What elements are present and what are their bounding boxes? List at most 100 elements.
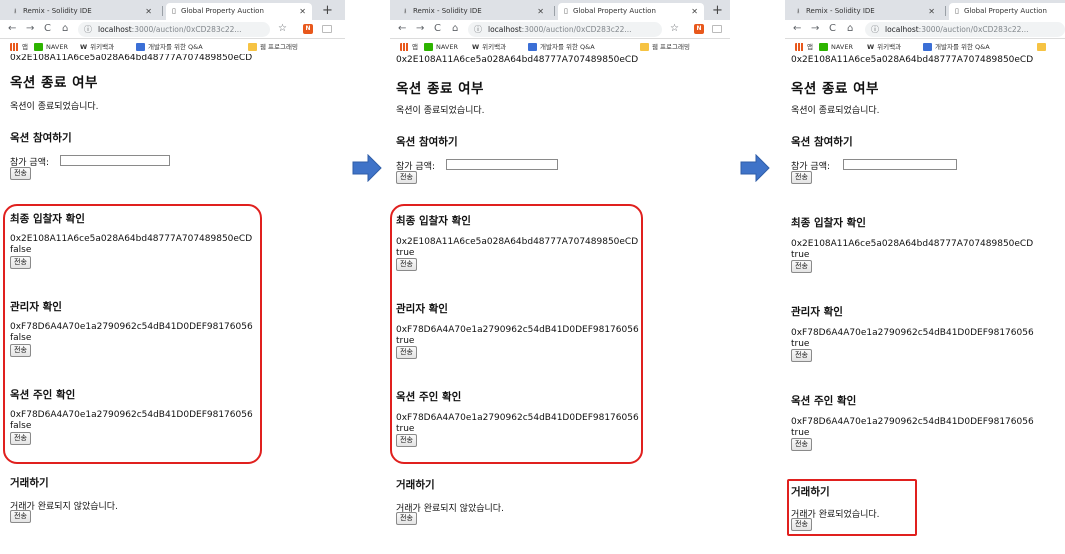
bookmark-dev-qa[interactable]: 개발자를 위한 Q&A bbox=[136, 40, 203, 54]
extension-icon[interactable]: N bbox=[694, 24, 704, 34]
bookmark-wikipedia[interactable]: W 위키백과 bbox=[80, 40, 114, 54]
new-tab-icon[interactable]: + bbox=[322, 2, 333, 19]
arrow-right-icon bbox=[740, 154, 770, 182]
page-icon: ▯ bbox=[955, 7, 959, 15]
bid-amount-input[interactable] bbox=[446, 159, 558, 170]
remix-icon: ⭳ bbox=[14, 7, 17, 15]
submit-bid-button[interactable]: 전송 bbox=[396, 171, 417, 184]
address-bar: ← → C ⌂ ⓘ localhost:3000/auction/0xCD283c… bbox=[0, 20, 345, 39]
final-bidder-result: true bbox=[791, 250, 810, 260]
trade-submit-button[interactable]: 전송 bbox=[396, 512, 417, 525]
home-icon[interactable]: ⌂ bbox=[452, 22, 458, 36]
bookmark-naver[interactable]: NAVER bbox=[424, 40, 458, 54]
wikipedia-icon: W bbox=[80, 43, 88, 51]
bookmark-apps[interactable]: 앱 bbox=[10, 40, 28, 54]
bookmark-web-programming[interactable]: 웹 프로그래밍 bbox=[248, 40, 298, 54]
address-bar: ← → C ⌂ ⓘ localhost:3000/auction/0xCD283c… bbox=[785, 20, 1065, 39]
forward-icon[interactable]: → bbox=[811, 22, 819, 36]
back-icon[interactable]: ← bbox=[793, 22, 801, 36]
close-icon[interactable]: ✕ bbox=[145, 3, 152, 20]
extension-icon[interactable] bbox=[712, 25, 722, 33]
wikipedia-icon: W bbox=[472, 43, 480, 51]
auction-end-title: 옥션 종료 여부 bbox=[396, 81, 484, 97]
wikipedia-icon: W bbox=[867, 43, 875, 51]
manager-result: true bbox=[791, 339, 810, 349]
back-icon[interactable]: ← bbox=[398, 22, 406, 36]
folder-icon bbox=[1037, 43, 1046, 51]
tab-global-property-auction[interactable]: ▯ Global Property Auction bbox=[949, 3, 1065, 20]
trade-submit-button[interactable]: 전송 bbox=[10, 510, 31, 523]
owner-address: 0xF78D6A4A70e1a2790962c54dB41D0DEF981760… bbox=[791, 417, 1034, 427]
folder-icon bbox=[640, 43, 649, 51]
bookmark-wikipedia[interactable]: W 위키백과 bbox=[472, 40, 506, 54]
bid-amount-input[interactable] bbox=[60, 155, 170, 166]
contract-address: 0x2E108A11A6ce5a028A64bd48777A707489850e… bbox=[791, 55, 1034, 65]
page-icon: ▯ bbox=[172, 7, 176, 15]
owner-submit-button[interactable]: 전송 bbox=[791, 438, 812, 451]
url-field[interactable]: ⓘ localhost:3000/auction/0xCD283c22... bbox=[468, 22, 662, 37]
bookmark-dev-qa[interactable]: 개발자를 위한 Q&A bbox=[923, 40, 990, 54]
close-icon[interactable]: ✕ bbox=[691, 3, 698, 20]
final-bidder-address: 0x2E108A11A6ce5a028A64bd48777A707489850e… bbox=[791, 239, 1034, 249]
dev-qa-icon bbox=[136, 43, 145, 51]
extension-icon[interactable] bbox=[322, 25, 332, 33]
info-icon: ⓘ bbox=[474, 25, 482, 34]
naver-icon bbox=[819, 43, 828, 51]
bookmark-wikipedia[interactable]: W 위키백과 bbox=[867, 40, 901, 54]
naver-icon bbox=[34, 43, 43, 51]
join-auction-title: 옥션 참여하기 bbox=[396, 136, 458, 148]
contract-address: 0x2E108A11A6ce5a028A64bd48777A707489850e… bbox=[10, 54, 253, 63]
tab-remix[interactable]: ⭳ Remix - Solidity IDE ✕ bbox=[8, 3, 158, 20]
bookmark-web-programming[interactable]: 웹 프로그래밍 bbox=[640, 40, 690, 54]
url-field[interactable]: ⓘ localhost:3000/auction/0xCD283c22... bbox=[78, 22, 270, 37]
auction-end-status: 옥션이 종료되었습니다. bbox=[396, 106, 485, 116]
bookmark-web-programming[interactable] bbox=[1037, 40, 1049, 54]
reload-icon[interactable]: C bbox=[44, 22, 51, 36]
reload-icon[interactable]: C bbox=[829, 22, 836, 36]
extension-icon[interactable]: N bbox=[303, 24, 313, 34]
bookmark-dev-qa[interactable]: 개발자를 위한 Q&A bbox=[528, 40, 595, 54]
arrow-right-icon bbox=[352, 154, 382, 182]
tab-remix[interactable]: ⭳ Remix - Solidity IDE ✕ bbox=[398, 3, 550, 20]
page-icon: ▯ bbox=[564, 7, 568, 15]
apps-icon bbox=[795, 43, 804, 51]
auction-end-status: 옥션이 종료되었습니다. bbox=[10, 102, 99, 112]
home-icon[interactable]: ⌂ bbox=[62, 22, 68, 36]
bookmarks-bar: 앱 NAVER W 위키백과 개발자를 위한 Q&A 웹 프로그래밍 bbox=[0, 40, 345, 54]
browser-window-1: ⭳ Remix - Solidity IDE ✕ ▯ Global Property… bbox=[0, 0, 345, 554]
apps-icon bbox=[400, 43, 409, 51]
forward-icon[interactable]: → bbox=[416, 22, 424, 36]
contract-address: 0x2E108A11A6ce5a028A64bd48777A707489850e… bbox=[396, 55, 639, 65]
url-field[interactable]: ⓘ localhost:3000/auction/0xCD283c22... bbox=[865, 22, 1065, 37]
browser-window-3: ⭳ Remix - Solidity IDE ✕ ▯ Global Property… bbox=[785, 0, 1065, 554]
star-icon[interactable]: ☆ bbox=[670, 22, 679, 36]
bid-amount-input[interactable] bbox=[843, 159, 957, 170]
owner-check-title: 옥션 주인 확인 bbox=[791, 395, 857, 407]
final-bidder-submit-button[interactable]: 전송 bbox=[791, 260, 812, 273]
star-icon[interactable]: ☆ bbox=[278, 22, 287, 36]
bookmark-naver[interactable]: NAVER bbox=[34, 40, 68, 54]
back-icon[interactable]: ← bbox=[8, 22, 16, 36]
forward-icon[interactable]: → bbox=[26, 22, 34, 36]
tab-global-property-auction[interactable]: ▯ Global Property Auction ✕ bbox=[166, 3, 312, 20]
highlight-box bbox=[390, 204, 643, 464]
manager-check-title: 관리자 확인 bbox=[791, 306, 843, 318]
reload-icon[interactable]: C bbox=[434, 22, 441, 36]
join-auction-title: 옥션 참여하기 bbox=[10, 132, 72, 144]
home-icon[interactable]: ⌂ bbox=[847, 22, 853, 36]
highlight-box bbox=[3, 204, 262, 464]
manager-submit-button[interactable]: 전송 bbox=[791, 349, 812, 362]
bookmark-naver[interactable]: NAVER bbox=[819, 40, 853, 54]
close-icon[interactable]: ✕ bbox=[299, 3, 306, 20]
bookmark-apps[interactable]: 앱 bbox=[795, 40, 813, 54]
tab-remix[interactable]: ⭳ Remix - Solidity IDE ✕ bbox=[791, 3, 941, 20]
new-tab-icon[interactable]: + bbox=[712, 2, 723, 19]
submit-bid-button[interactable]: 전송 bbox=[10, 167, 31, 180]
close-icon[interactable]: ✕ bbox=[537, 3, 544, 20]
dev-qa-icon bbox=[923, 43, 932, 51]
close-icon[interactable]: ✕ bbox=[928, 3, 935, 20]
tab-global-property-auction[interactable]: ▯ Global Property Auction ✕ bbox=[558, 3, 704, 20]
bookmark-apps[interactable]: 앱 bbox=[400, 40, 418, 54]
submit-bid-button[interactable]: 전송 bbox=[791, 171, 812, 184]
tab-bar: ⭳ Remix - Solidity IDE ✕ ▯ Global Property… bbox=[390, 0, 730, 20]
